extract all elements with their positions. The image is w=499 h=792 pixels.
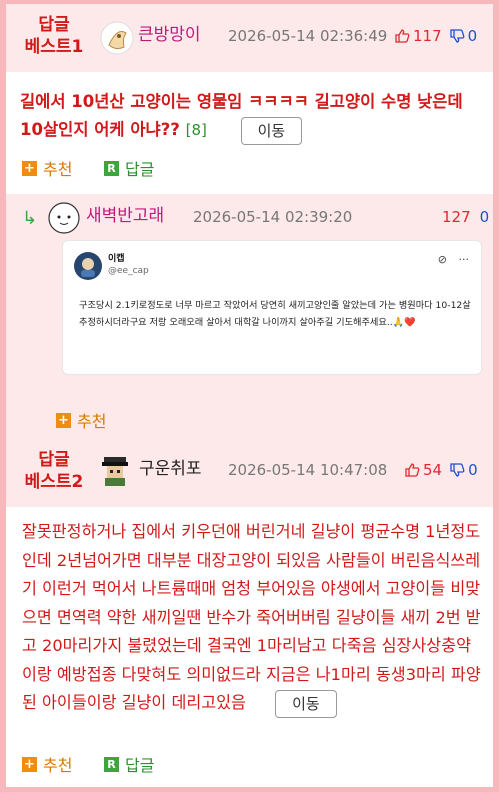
comment-date: 2026-05-14 02:39:20 bbox=[193, 208, 353, 226]
reply-icon: R bbox=[104, 160, 119, 176]
thumbs-down-icon[interactable] bbox=[449, 462, 465, 478]
author-name[interactable]: 큰방망이 bbox=[138, 24, 201, 46]
embedded-tweet[interactable]: 이캡 @ee_cap ⊘ ··· 구조당시 2.1키로정도로 너무 마르고 작았… bbox=[62, 240, 482, 375]
plus-icon: + bbox=[22, 160, 37, 176]
tweet-author-name: 이캡 bbox=[108, 254, 125, 264]
recommend-button[interactable]: + 추천 bbox=[22, 156, 72, 180]
vote-counter: 127 0 bbox=[442, 206, 489, 228]
downvote-count: 0 bbox=[467, 27, 478, 45]
reply-arrow-icon: ↳ bbox=[22, 208, 38, 229]
user-avatar[interactable] bbox=[48, 202, 80, 234]
best-badge: 답글 베스트1 bbox=[24, 15, 84, 57]
upvote-count: 54 bbox=[423, 461, 443, 479]
thumbs-down-icon[interactable] bbox=[449, 28, 465, 44]
tweet-text: 구조당시 2.1키로정도로 너무 마르고 작았어서 당연히 새끼고양인줄 알았는… bbox=[79, 300, 471, 328]
thumbs-up-icon[interactable] bbox=[404, 462, 420, 478]
vote-counter: 54 0 bbox=[404, 459, 478, 481]
reply-icon: R bbox=[104, 756, 119, 772]
plus-icon: + bbox=[56, 412, 71, 428]
user-avatar[interactable] bbox=[98, 454, 132, 488]
grok-icon[interactable]: ⊘ bbox=[438, 253, 447, 266]
author-name[interactable]: 새벽반고래 bbox=[86, 205, 164, 227]
vote-counter: 117 0 bbox=[394, 25, 477, 47]
thumbs-up-icon[interactable] bbox=[394, 28, 410, 44]
reply-button[interactable]: R 답글 bbox=[104, 156, 154, 180]
more-icon[interactable]: ··· bbox=[459, 253, 470, 266]
move-button[interactable]: 이동 bbox=[240, 116, 303, 145]
comment-text: 잘못판정하거나 집에서 키우던애 버린거네 길냥이 평균수명 1년정도인데 2년… bbox=[22, 518, 484, 718]
best-badge: 답글 베스트2 bbox=[24, 450, 84, 492]
reply-count: [8] bbox=[185, 121, 207, 139]
downvote-count: 0 bbox=[468, 461, 478, 479]
upvote-count: 117 bbox=[413, 27, 442, 45]
comment-header: 답글 베스트1 큰방망이 2026-05-14 02:36:49 117 0 bbox=[6, 4, 493, 72]
comment-date: 2026-05-14 02:36:49 bbox=[228, 27, 388, 45]
downvote-count: 0 bbox=[479, 208, 490, 226]
reply-comment: ↳ 새벽반고래 2026-05-14 02:39:20 127 0 이캡 @ee… bbox=[6, 194, 493, 437]
recommend-button[interactable]: + 추천 bbox=[56, 408, 106, 432]
recommend-button[interactable]: + 추천 bbox=[22, 752, 72, 776]
upvote-count: 127 bbox=[442, 208, 471, 226]
move-button[interactable]: 이동 bbox=[275, 689, 337, 718]
comment-date: 2026-05-14 10:47:08 bbox=[228, 461, 388, 479]
author-name[interactable]: 구운취포 bbox=[139, 458, 202, 480]
plus-icon: + bbox=[22, 756, 37, 772]
tweet-handle: @ee_cap bbox=[108, 266, 149, 276]
comment-text: 길에서 10년산 고양이는 영물임 ㅋㅋㅋㅋ 길고양이 수명 낮은데 10살인지… bbox=[20, 88, 480, 145]
user-avatar[interactable] bbox=[100, 21, 134, 55]
reply-button[interactable]: R 답글 bbox=[104, 752, 154, 776]
comment-list: 답글 베스트1 큰방망이 2026-05-14 02:36:49 117 0 길… bbox=[6, 4, 493, 787]
comment-header: 답글 베스트2 구운취포 2026-05-14 10:47:08 54 0 bbox=[6, 437, 493, 507]
tweet-avatar bbox=[74, 252, 102, 280]
